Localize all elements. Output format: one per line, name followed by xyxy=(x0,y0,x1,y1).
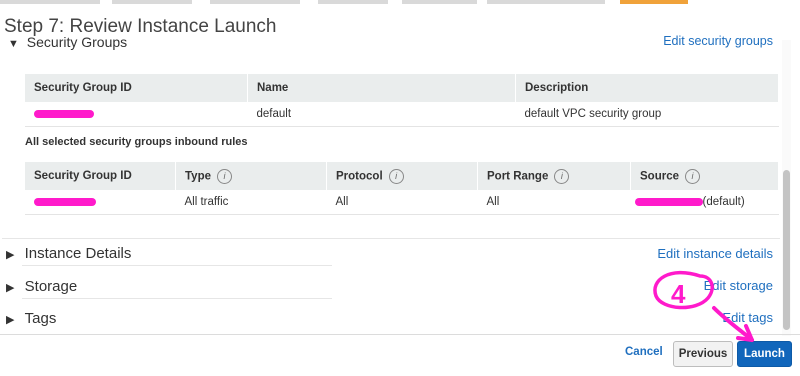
caret-right-icon: ▶ xyxy=(6,314,15,326)
step-tab[interactable] xyxy=(402,0,477,4)
security-group-id-cell xyxy=(25,190,176,215)
info-icon[interactable]: i xyxy=(685,168,700,184)
caret-right-icon: ▶ xyxy=(6,282,15,294)
edit-instance-details-link[interactable]: Edit instance details xyxy=(657,246,773,261)
inbound-rules-label: All selected security groups inbound rul… xyxy=(25,136,248,148)
step-tab-active[interactable] xyxy=(620,0,688,4)
section-title: Storage xyxy=(24,278,78,295)
step-tab[interactable] xyxy=(318,0,388,4)
section-storage[interactable]: ▶ Storage xyxy=(6,278,77,295)
table-row: default default VPC security group xyxy=(25,102,779,127)
column-header: Name xyxy=(247,74,516,102)
step-tab[interactable] xyxy=(487,0,605,4)
previous-button[interactable]: Previous xyxy=(673,341,733,367)
annotation-number: 4 xyxy=(671,279,686,309)
name-cell: default xyxy=(247,102,516,127)
step-tab[interactable] xyxy=(112,0,192,4)
info-icon[interactable]: i xyxy=(217,168,232,184)
security-groups-table: Security Group ID Name Description defau… xyxy=(25,74,779,127)
description-cell: default VPC security group xyxy=(515,102,779,127)
step-tab[interactable] xyxy=(0,0,100,4)
redaction-mark xyxy=(634,197,703,206)
section-instance-details[interactable]: ▶ Instance Details xyxy=(6,245,131,262)
info-icon[interactable]: i xyxy=(554,168,570,184)
edit-security-groups-link[interactable]: Edit security groups xyxy=(663,34,773,48)
section-security-groups[interactable]: ▼ Security Groups xyxy=(8,34,127,50)
redaction-mark xyxy=(34,109,94,118)
column-header: Security Group ID xyxy=(25,74,248,102)
divider xyxy=(2,238,780,239)
step-tab[interactable] xyxy=(210,0,300,4)
info-icon[interactable]: i xyxy=(388,168,404,184)
section-title: Security Groups xyxy=(26,34,128,50)
column-header: Security Group ID xyxy=(25,162,176,190)
section-title: Instance Details xyxy=(24,245,132,262)
section-title: Tags xyxy=(24,310,57,327)
footer-divider xyxy=(0,334,800,335)
type-cell: All traffic xyxy=(175,190,327,215)
caret-down-icon: ▼ xyxy=(8,38,19,50)
inbound-rules-table: Security Group ID Type i Protocol i Port R… xyxy=(25,162,779,215)
column-header: Source i xyxy=(630,162,779,190)
column-header: Description xyxy=(515,74,779,102)
edit-storage-link[interactable]: Edit storage xyxy=(704,278,773,293)
port-range-cell: All xyxy=(477,190,631,215)
cancel-button[interactable]: Cancel xyxy=(625,346,663,358)
column-header: Port Range i xyxy=(477,162,631,190)
caret-right-icon: ▶ xyxy=(6,249,15,261)
redaction-mark xyxy=(34,197,96,206)
table-row: All traffic All All (default) xyxy=(25,190,779,215)
table-header-row: Security Group ID Type i Protocol i Port R… xyxy=(25,162,779,190)
protocol-cell: All xyxy=(326,190,478,215)
scrollbar-thumb[interactable] xyxy=(783,170,790,330)
security-group-id-cell xyxy=(25,102,248,127)
divider xyxy=(22,265,332,266)
section-tags[interactable]: ▶ Tags xyxy=(6,310,56,327)
edit-tags-link[interactable]: Edit tags xyxy=(722,310,773,325)
launch-button[interactable]: Launch xyxy=(737,341,792,367)
column-header: Type i xyxy=(175,162,327,190)
source-cell: (default) xyxy=(630,190,779,215)
table-header-row: Security Group ID Name Description xyxy=(25,74,779,102)
column-header: Protocol i xyxy=(326,162,478,190)
divider xyxy=(22,298,332,299)
